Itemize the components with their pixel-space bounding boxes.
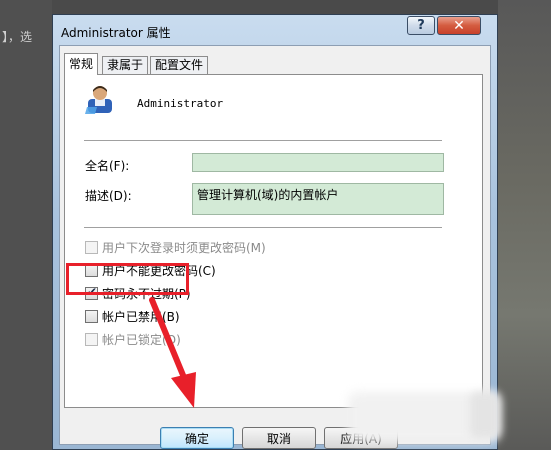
separator — [84, 140, 442, 142]
account-locked-checkbox[interactable]: 帐户已锁定(O) — [85, 331, 181, 347]
background-left — [0, 0, 52, 450]
cancel-button[interactable]: 取消 — [242, 427, 316, 449]
description-label: 描述(D): — [85, 189, 132, 203]
description-field[interactable]: 管理计算机(域)的内置帐户 — [192, 183, 444, 215]
help-button[interactable]: ? — [407, 16, 435, 35]
tab-member-of[interactable]: 隶属于 — [102, 56, 149, 75]
fullname-field[interactable] — [192, 153, 444, 172]
tab-general[interactable]: 常规 — [64, 53, 99, 75]
close-button[interactable]: ✕ — [437, 16, 481, 35]
tab-profile[interactable]: 配置文件 — [150, 56, 209, 75]
properties-dialog: Administrator 属性 ? ✕ 常规 隶属于 配置文件 Adminis… — [52, 14, 498, 450]
checkbox-label: 帐户已禁用(B) — [102, 309, 180, 324]
annotation-highlight-box — [66, 263, 189, 295]
close-icon: ✕ — [453, 17, 465, 34]
checkbox-box[interactable] — [85, 240, 98, 254]
help-icon: ? — [417, 18, 425, 33]
background-top — [52, 0, 498, 14]
user-name: Administrator — [137, 97, 224, 110]
dialog-client-area: 常规 隶属于 配置文件 Administrator 全名(F): 描述(D): … — [59, 45, 491, 449]
checkbox-label: 帐户已锁定(O) — [102, 332, 181, 347]
user-icon — [85, 86, 112, 114]
ok-button[interactable]: 确定 — [160, 427, 234, 449]
must-change-password-checkbox[interactable]: 用户下次登录时须更改密码(M) — [85, 239, 266, 255]
window-title: Administrator 属性 — [61, 26, 171, 40]
checkbox-box[interactable] — [85, 309, 98, 323]
separator — [84, 227, 442, 229]
background-right — [498, 0, 551, 450]
checkbox-label: 用户下次登录时须更改密码(M) — [102, 240, 266, 255]
checkbox-box[interactable] — [85, 332, 98, 346]
title-bar: Administrator 属性 ? ✕ — [53, 15, 497, 45]
watermark-blur — [470, 392, 500, 438]
general-tab-panel: Administrator 全名(F): 描述(D): 管理计算机(域)的内置帐… — [64, 74, 483, 408]
account-disabled-checkbox[interactable]: 帐户已禁用(B) — [85, 308, 180, 324]
background-text-fragment: 】，选 — [2, 30, 33, 44]
fullname-label: 全名(F): — [85, 159, 130, 173]
